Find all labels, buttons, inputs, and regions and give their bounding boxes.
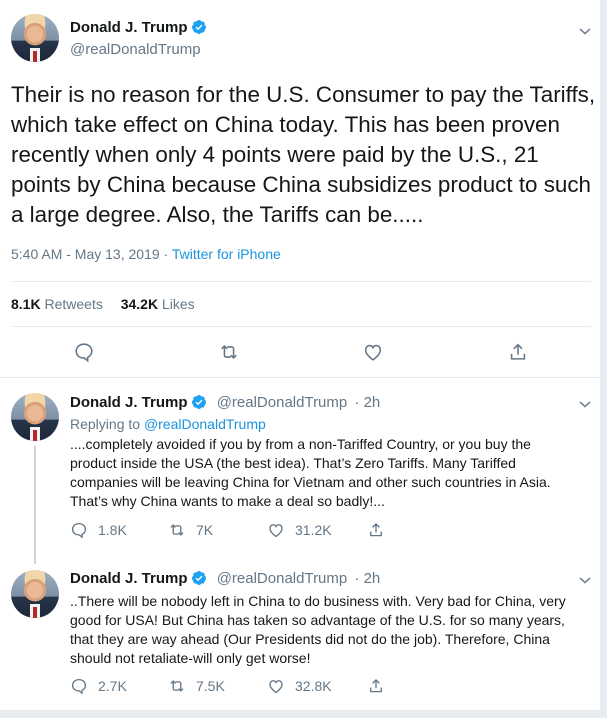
- author-handle[interactable]: @realDonaldTrump: [70, 41, 207, 58]
- replying-to-link[interactable]: @realDonaldTrump: [144, 416, 266, 432]
- heart-icon: [269, 680, 283, 694]
- likes-stat[interactable]: 34.2K Likes: [121, 296, 195, 312]
- share-icon: [370, 523, 382, 537]
- likes-label: Likes: [161, 296, 195, 312]
- share-icon[interactable]: [507, 341, 529, 363]
- replying-prefix: Replying to: [70, 416, 144, 432]
- avatar[interactable]: [11, 14, 59, 62]
- tweet-timestamp[interactable]: 5:40 AM - May 13, 2019: [11, 246, 160, 262]
- replying-to: Replying to @realDonaldTrump: [70, 416, 266, 432]
- reply-header: Donald J. Trump @realDonaldTrump · 2h: [70, 394, 380, 411]
- share-button[interactable]: [367, 676, 395, 696]
- tweet-age[interactable]: · 2h: [354, 570, 380, 587]
- avatar[interactable]: [11, 570, 59, 618]
- like-count: 31.2K: [295, 522, 332, 538]
- retweet-icon: [170, 680, 184, 692]
- reply-text: ....completely avoided if you by from a …: [70, 436, 551, 509]
- tweet-card: Donald J. Trump @realDonaldTrump Their i…: [0, 0, 601, 718]
- retweets-count: 8.1K: [11, 296, 41, 312]
- reply-icon: [71, 678, 87, 695]
- meta-dot: ·: [159, 246, 172, 262]
- verified-badge-icon: [191, 19, 207, 35]
- divider: [11, 281, 591, 282]
- author-handle[interactable]: @realDonaldTrump: [217, 570, 348, 587]
- reply-action-bar: 2.7K 7.5K 32.8K: [70, 676, 410, 696]
- share-button[interactable]: [367, 520, 395, 540]
- chevron-down-icon[interactable]: [578, 573, 592, 587]
- verified-badge-icon: [191, 394, 207, 410]
- tweet-meta: 5:40 AM - May 13, 2019 · Twitter for iPh…: [11, 246, 281, 262]
- retweets-label: Retweets: [44, 296, 103, 312]
- reply-action-bar: 1.8K 7K 31.2K: [70, 520, 410, 540]
- tweet-source-link[interactable]: Twitter for iPhone: [172, 246, 281, 262]
- retweet-count: 7.5K: [196, 678, 225, 694]
- reply-count: 2.7K: [98, 678, 127, 694]
- author-name[interactable]: Donald J. Trump: [70, 19, 188, 36]
- tweet-action-bar: [0, 341, 601, 365]
- reply-count: 1.8K: [98, 522, 127, 538]
- divider: [0, 377, 601, 378]
- retweet-icon[interactable]: [218, 341, 240, 363]
- heart-icon: [269, 524, 283, 538]
- reply-button[interactable]: 1.8K: [70, 520, 127, 540]
- chevron-down-icon[interactable]: [578, 397, 592, 411]
- page-background-strip: [0, 710, 607, 718]
- chevron-down-icon[interactable]: [578, 24, 592, 38]
- author-handle[interactable]: @realDonaldTrump: [217, 394, 348, 411]
- reply-button[interactable]: 2.7K: [70, 676, 127, 696]
- reply-text: ..There will be nobody left in China to …: [70, 593, 566, 666]
- likes-count: 34.2K: [120, 296, 159, 312]
- author-name[interactable]: Donald J. Trump: [70, 394, 188, 411]
- tweet-stats: 8.1K Retweets 34.2K Likes: [11, 296, 195, 312]
- tweet-text: Their is no reason for the U.S. Consumer…: [11, 82, 596, 227]
- retweet-button[interactable]: 7.5K: [168, 676, 225, 696]
- share-icon: [370, 679, 382, 693]
- author-info: Donald J. Trump @realDonaldTrump: [70, 19, 207, 58]
- retweet-icon: [170, 524, 184, 536]
- heart-icon[interactable]: [362, 341, 384, 363]
- retweet-count: 7K: [196, 522, 214, 538]
- thread-connector-line: [34, 446, 36, 564]
- reply-icon: [71, 522, 87, 539]
- like-button[interactable]: 32.8K: [267, 676, 332, 696]
- tweet-age[interactable]: · 2h: [354, 394, 380, 411]
- avatar[interactable]: [11, 393, 59, 441]
- author-name[interactable]: Donald J. Trump: [70, 570, 188, 587]
- divider: [11, 326, 591, 327]
- reply-header: Donald J. Trump @realDonaldTrump · 2h: [70, 570, 380, 587]
- verified-badge-icon: [191, 570, 207, 586]
- retweets-stat[interactable]: 8.1K Retweets: [11, 296, 103, 312]
- like-count: 32.8K: [295, 678, 332, 694]
- like-button[interactable]: 31.2K: [267, 520, 332, 540]
- retweet-button[interactable]: 7K: [168, 520, 213, 540]
- reply-icon[interactable]: [73, 341, 95, 363]
